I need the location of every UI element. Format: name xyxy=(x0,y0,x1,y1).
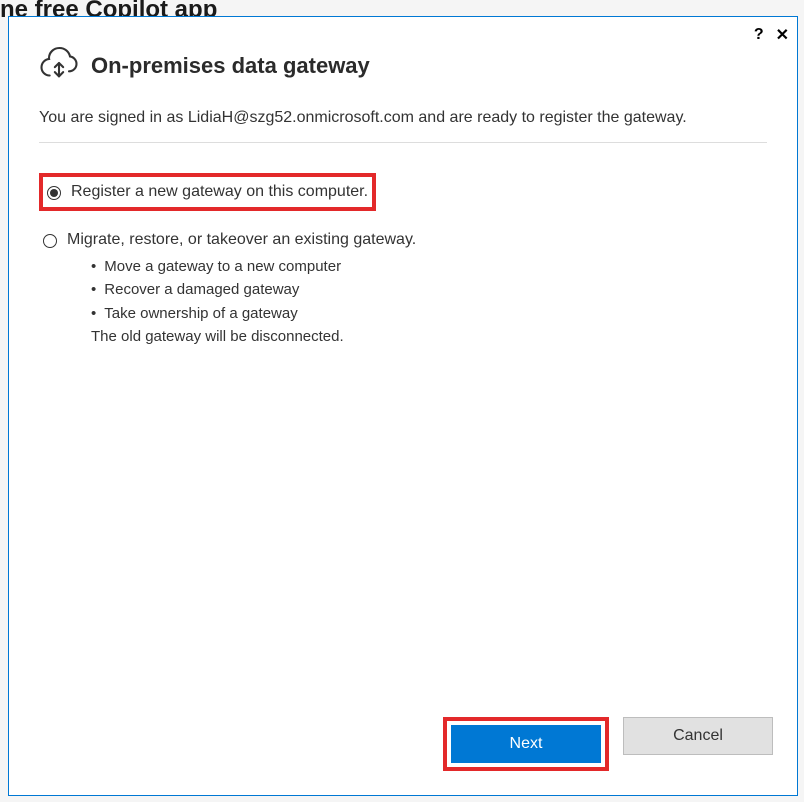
radio-migrate-gateway[interactable]: Migrate, restore, or takeover an existin… xyxy=(39,225,767,255)
cloud-upload-icon xyxy=(39,45,79,86)
highlighted-next-button: Next xyxy=(443,717,609,771)
list-item: Recover a damaged gateway xyxy=(91,278,767,301)
highlighted-register-option: Register a new gateway on this computer. xyxy=(39,173,376,211)
cancel-button[interactable]: Cancel xyxy=(623,717,773,755)
close-icon[interactable]: ✕ xyxy=(776,25,789,45)
list-item: Take ownership of a gateway xyxy=(91,302,767,325)
titlebar-controls: ? ✕ xyxy=(754,25,789,45)
migrate-note: The old gateway will be disconnected. xyxy=(91,325,767,348)
radio-icon xyxy=(47,186,61,200)
dialog-title: On-premises data gateway xyxy=(91,53,370,79)
radio-label: Migrate, restore, or takeover an existin… xyxy=(67,231,416,249)
radio-label: Register a new gateway on this computer. xyxy=(71,183,368,201)
dialog-header: On-premises data gateway xyxy=(9,17,797,96)
dialog-footer: Next Cancel xyxy=(9,693,797,795)
list-item: Move a gateway to a new computer xyxy=(91,255,767,278)
next-button[interactable]: Next xyxy=(451,725,601,763)
help-icon[interactable]: ? xyxy=(754,26,764,44)
radio-icon xyxy=(43,234,57,248)
dialog-content: Register a new gateway on this computer.… xyxy=(9,143,797,348)
signin-status: You are signed in as LidiaH@szg52.onmicr… xyxy=(39,96,767,143)
migrate-sublist: Move a gateway to a new computer Recover… xyxy=(39,255,767,348)
radio-register-gateway[interactable]: Register a new gateway on this computer. xyxy=(43,177,372,207)
gateway-dialog: ? ✕ On-premises data gateway You are sig… xyxy=(8,16,798,796)
